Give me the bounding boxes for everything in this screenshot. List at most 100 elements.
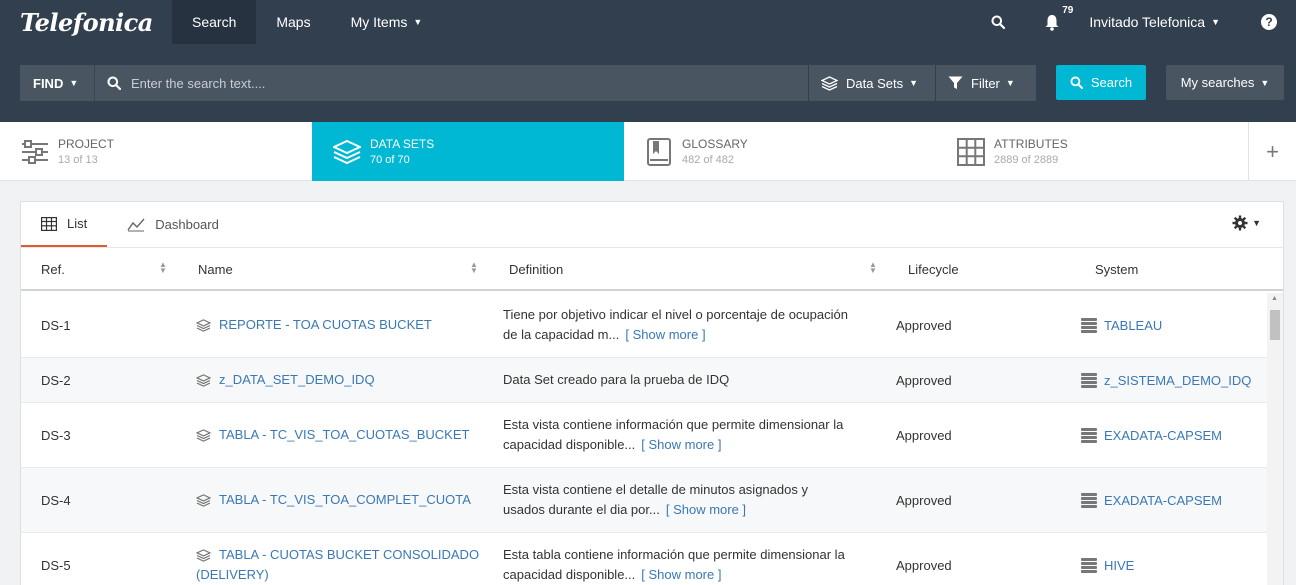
chevron-down-icon: ▼ [1252, 218, 1261, 228]
tab-glossary[interactable]: GLOSSARY 482 of 482 [624, 122, 936, 181]
system-link[interactable]: EXADATA-CAPSEM [1104, 493, 1222, 508]
name-cell[interactable]: TABLA - CUOTAS BUCKET CONSOLIDADO (DELIV… [196, 545, 479, 585]
nav-maps[interactable]: Maps [256, 0, 330, 44]
chevron-down-icon: ▼ [1005, 78, 1015, 88]
layers-icon [196, 318, 211, 332]
dataset-name-link[interactable]: REPORTE - TOA CUOTAS BUCKET [219, 315, 432, 335]
find-dropdown[interactable]: FIND ▼ [20, 65, 94, 101]
table-row[interactable]: DS-4 TABLA - TC_VIS_TOA_COMPLET_CUOTA Es… [21, 468, 1267, 533]
tab-glossary-title: GLOSSARY [682, 137, 748, 151]
scroll-up-arrow-icon[interactable]: ▲ [1271, 295, 1278, 302]
help-icon: ? [1261, 14, 1277, 30]
filter-dropdown[interactable]: Filter ▼ [936, 65, 1036, 101]
tab-data-sets[interactable]: DATA SETS 70 of 70 [312, 122, 624, 181]
nav-search[interactable]: Search [172, 0, 257, 44]
data-type-dropdown[interactable]: Data Sets ▼ [809, 65, 935, 101]
database-icon [1081, 557, 1097, 573]
show-more-link[interactable]: [ Show more ] [666, 502, 746, 517]
tab-project[interactable]: PROJECT 13 of 13 [0, 122, 312, 181]
dataset-name-link[interactable]: TABLA - TC_VIS_TOA_COMPLET_CUOTA [219, 490, 471, 510]
user-menu[interactable]: Invitado Telefonica ▼ [1079, 0, 1242, 44]
layers-icon [821, 75, 838, 91]
search-bar: FIND ▼ Data Sets ▼ Filter ▼ Search My searc… [0, 44, 1296, 122]
sort-ref-icon[interactable]: ▲ ▼ [159, 261, 167, 275]
tab-attributes-count: 2889 of 2889 [994, 154, 1059, 166]
notifications-button[interactable]: 79 [1025, 0, 1079, 44]
table-row[interactable]: DS-3 TABLA - TC_VIS_TOA_CUOTAS_BUCKET Es… [21, 403, 1267, 468]
nav-maps-label: Maps [276, 14, 311, 30]
nav-my-items[interactable]: My Items ▼ [331, 0, 443, 44]
vertical-scrollbar[interactable]: ▲ [1267, 293, 1283, 585]
table-row[interactable]: DS-2 z_DATA_SET_DEMO_IDQ Data Set creado… [21, 358, 1267, 403]
my-searches-dropdown[interactable]: My searches ▼ [1166, 65, 1284, 100]
definition-cell: Esta vista contiene el detalle de minuto… [503, 480, 863, 520]
sort-name-icon[interactable]: ▲ ▼ [470, 261, 478, 275]
column-header-ref[interactable]: Ref. [41, 248, 65, 290]
system-link[interactable]: z_SISTEMA_DEMO_IDQ [1104, 373, 1251, 388]
system-cell[interactable]: TABLEAU [1081, 293, 1162, 357]
table-row[interactable]: DS-1 REPORTE - TOA CUOTAS BUCKET Tiene p… [21, 293, 1267, 358]
table-row[interactable]: DS-5 TABLA - CUOTAS BUCKET CONSOLIDADO (… [21, 533, 1267, 585]
tab-list[interactable]: List [21, 202, 108, 247]
chevron-down-icon: ▼ [413, 17, 423, 27]
search-input[interactable] [131, 75, 781, 91]
tab-attributes[interactable]: ATTRIBUTES 2889 of 2889 [936, 122, 1248, 181]
system-cell[interactable]: HIVE [1081, 533, 1134, 585]
tab-data-sets-count: 70 of 70 [370, 154, 410, 166]
name-cell[interactable]: TABLA - TC_VIS_TOA_CUOTAS_BUCKET [196, 403, 469, 467]
definition-text: Esta vista contiene el detalle de minuto… [503, 482, 808, 497]
search-icon [991, 15, 1006, 29]
search-button[interactable]: Search [1056, 65, 1146, 100]
definition-cell: Esta tabla contiene información que perm… [503, 545, 863, 585]
database-icon [1081, 492, 1097, 508]
show-more-link[interactable]: [ Show more ] [641, 437, 721, 452]
add-category-button[interactable]: + [1248, 122, 1296, 181]
show-more-link[interactable]: [ Show more ] [625, 327, 705, 342]
tab-dashboard[interactable]: Dashboard [107, 202, 239, 247]
dataset-name-link[interactable]: TABLA - CUOTAS BUCKET CONSOLIDADO [219, 545, 479, 565]
column-header-system[interactable]: System [1095, 248, 1138, 290]
dataset-name-link[interactable]: TABLA - TC_VIS_TOA_CUOTAS_BUCKET [219, 425, 469, 445]
ref-cell: DS-2 [41, 372, 71, 388]
name-cell[interactable]: TABLA - TC_VIS_TOA_COMPLET_CUOTA [196, 468, 471, 532]
user-name: Invitado Telefonica [1089, 14, 1206, 30]
column-header-definition[interactable]: Definition [509, 248, 563, 290]
system-cell[interactable]: EXADATA-CAPSEM [1081, 403, 1222, 467]
global-search-button[interactable] [971, 0, 1025, 44]
layers-icon [332, 137, 362, 167]
search-field [94, 65, 808, 101]
scrollbar-thumb[interactable] [1270, 310, 1280, 340]
system-cell[interactable]: EXADATA-CAPSEM [1081, 468, 1222, 532]
dataset-name-link[interactable]: z_DATA_SET_DEMO_IDQ [219, 370, 375, 390]
tab-list-label: List [67, 216, 88, 231]
column-header-lifecycle[interactable]: Lifecycle [908, 248, 959, 290]
show-more-link[interactable]: [ Show more ] [641, 567, 721, 582]
database-icon [1081, 427, 1097, 443]
layers-icon [196, 373, 211, 387]
database-icon [1081, 372, 1097, 388]
tab-project-title: PROJECT [58, 137, 115, 151]
data-type-label: Data Sets [846, 75, 904, 91]
table-icon [41, 216, 57, 231]
layers-icon [196, 428, 211, 442]
sliders-icon [20, 137, 50, 167]
column-header-name[interactable]: Name [198, 248, 233, 290]
definition-cell: Esta vista contiene información que perm… [503, 415, 863, 455]
sort-definition-icon[interactable]: ▲ ▼ [869, 261, 877, 275]
chevron-down-icon: ▼ [1260, 77, 1270, 88]
system-link[interactable]: TABLEAU [1104, 318, 1162, 333]
name-cell[interactable]: REPORTE - TOA CUOTAS BUCKET [196, 293, 432, 357]
telefonica-logo[interactable]: Telefonica [0, 0, 172, 44]
definition-text: capacidad disponible... [503, 437, 636, 452]
settings-menu[interactable]: ▼ [1232, 215, 1261, 231]
name-cell[interactable]: z_DATA_SET_DEMO_IDQ [196, 358, 375, 402]
dataset-name-link-continued[interactable]: (DELIVERY) [196, 565, 479, 585]
system-link[interactable]: EXADATA-CAPSEM [1104, 428, 1222, 443]
definition-text: Esta vista contiene información que perm… [503, 417, 844, 432]
lifecycle-cell: Approved [896, 317, 952, 333]
system-cell[interactable]: z_SISTEMA_DEMO_IDQ [1081, 358, 1251, 402]
help-button[interactable]: ? [1242, 0, 1296, 44]
system-link[interactable]: HIVE [1104, 558, 1134, 573]
view-tabs: List Dashboard ▼ [21, 202, 1283, 247]
search-icon [1070, 76, 1083, 89]
